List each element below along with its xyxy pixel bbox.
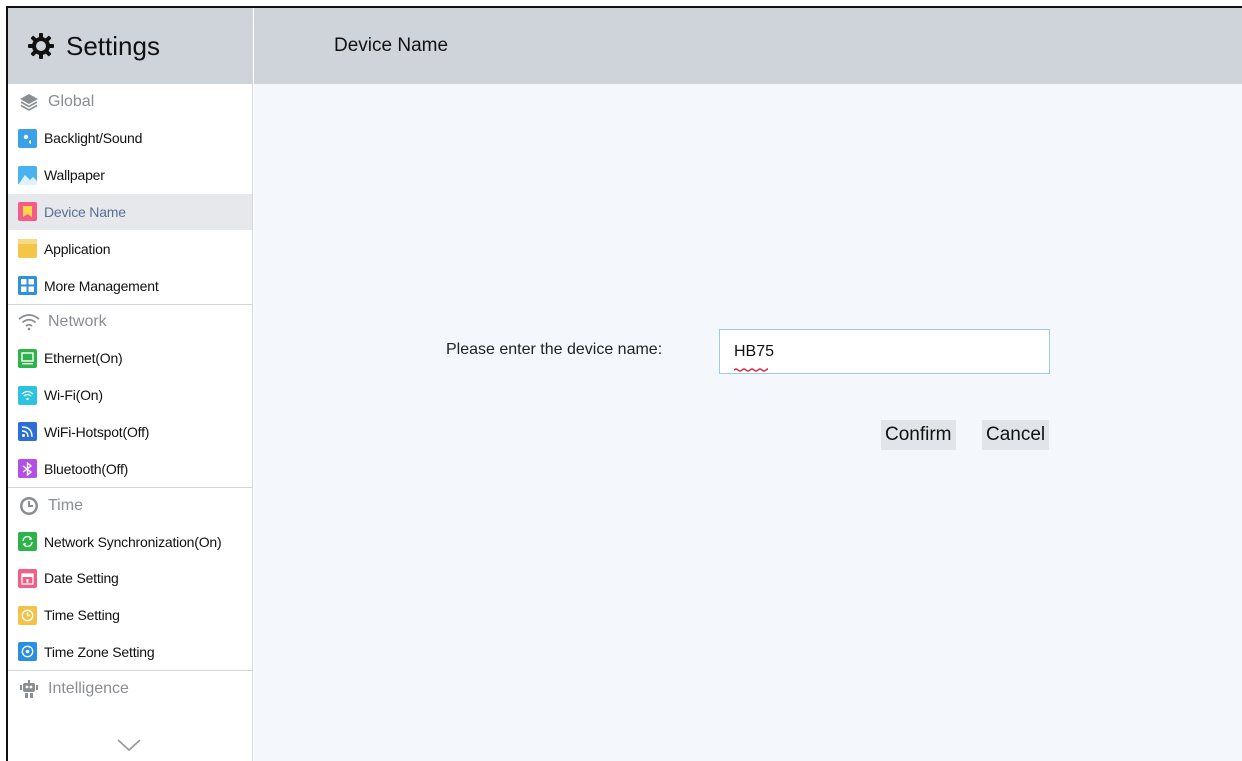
- backlight-sound-icon: [18, 128, 37, 148]
- chevron-down-icon[interactable]: [114, 736, 144, 754]
- wifi-icon: [18, 311, 40, 333]
- section-network: Network: [8, 303, 252, 340]
- sidebar-item-bluetooth[interactable]: Bluetooth(Off): [8, 450, 252, 487]
- sidebar-item-label: Network Synchronization(On): [44, 533, 222, 550]
- sidebar-item-label: Ethernet(On): [44, 350, 123, 367]
- device-name-input[interactable]: [719, 329, 1050, 374]
- section-label: Network: [48, 313, 107, 331]
- bluetooth-icon: [18, 459, 37, 479]
- sidebar-item-backlight-sound[interactable]: Backlight/Sound: [8, 120, 252, 157]
- globe-icon: [18, 642, 37, 662]
- wallpaper-icon: [18, 165, 37, 185]
- section-label: Intelligence: [48, 679, 129, 697]
- layers-icon: [18, 91, 40, 113]
- sidebar: Settings Global Backlight/Sound Wallpape…: [8, 8, 253, 761]
- page-title: Device Name: [334, 35, 449, 56]
- sidebar-item-label: Wallpaper: [44, 167, 105, 184]
- sidebar-item-date-setting[interactable]: Date Setting: [8, 560, 252, 597]
- sidebar-item-label: More Management: [44, 277, 159, 294]
- app-header: Settings: [8, 8, 252, 84]
- monitor-icon: [18, 348, 37, 368]
- sidebar-item-label: Wi-Fi(On): [44, 387, 103, 404]
- sidebar-item-label: WiFi-Hotspot(Off): [44, 423, 150, 440]
- sidebar-item-network-sync[interactable]: Network Synchronization(On): [8, 523, 252, 560]
- sidebar-item-time-zone[interactable]: Time Zone Setting: [8, 634, 252, 671]
- wifi-icon: [18, 385, 37, 405]
- sidebar-item-label: Backlight/Sound: [44, 130, 143, 147]
- hotspot-icon: [18, 422, 37, 442]
- spellcheck-underline: [733, 359, 769, 372]
- section-intelligence: Intelligence: [8, 670, 252, 706]
- device-name-input-wrap: [719, 329, 1050, 374]
- sidebar-item-label: Date Setting: [44, 570, 119, 587]
- sidebar-item-ethernet[interactable]: Ethernet(On): [8, 340, 252, 377]
- section-global: Global: [8, 84, 252, 120]
- sidebar-item-label: Application: [44, 240, 111, 257]
- confirm-button[interactable]: Confirm: [881, 420, 956, 450]
- bookmark-icon: [18, 202, 37, 222]
- window-frame: Settings Global Backlight/Sound Wallpape…: [6, 6, 1242, 761]
- robot-icon: [18, 678, 40, 700]
- cancel-button[interactable]: Cancel: [982, 420, 1050, 450]
- sidebar-item-label: Time Zone Setting: [44, 643, 155, 660]
- sidebar-item-application[interactable]: Application: [8, 230, 252, 267]
- app-title: Settings: [66, 30, 160, 61]
- main-header: Device Name: [254, 8, 1242, 84]
- clock-icon: [18, 495, 40, 517]
- sidebar-item-wifi-hotspot[interactable]: WiFi-Hotspot(Off): [8, 414, 252, 451]
- section-time: Time: [8, 487, 252, 523]
- section-label: Global: [48, 93, 95, 110]
- sidebar-item-label: Time Setting: [44, 607, 120, 624]
- sidebar-item-wifi[interactable]: Wi-Fi(On): [8, 377, 252, 414]
- sidebar-item-device-name[interactable]: Device Name: [8, 193, 252, 231]
- gear-icon: [26, 31, 56, 61]
- calendar-icon: [18, 568, 37, 588]
- sync-icon: [18, 532, 37, 552]
- sidebar-item-time-setting[interactable]: Time Setting: [8, 597, 252, 634]
- grid-icon: [18, 276, 37, 296]
- sidebar-item-label: Bluetooth(Off): [44, 460, 129, 477]
- main-panel: Device Name Please enter the device name…: [254, 8, 1242, 761]
- sidebar-item-more-management[interactable]: More Management: [8, 267, 252, 304]
- section-label: Time: [48, 496, 83, 514]
- folder-icon: [18, 239, 37, 259]
- sidebar-item-label: Device Name: [44, 203, 126, 220]
- clock-icon: [18, 605, 37, 625]
- sidebar-item-wallpaper[interactable]: Wallpaper: [8, 157, 252, 194]
- device-name-label: Please enter the device name:: [446, 341, 663, 358]
